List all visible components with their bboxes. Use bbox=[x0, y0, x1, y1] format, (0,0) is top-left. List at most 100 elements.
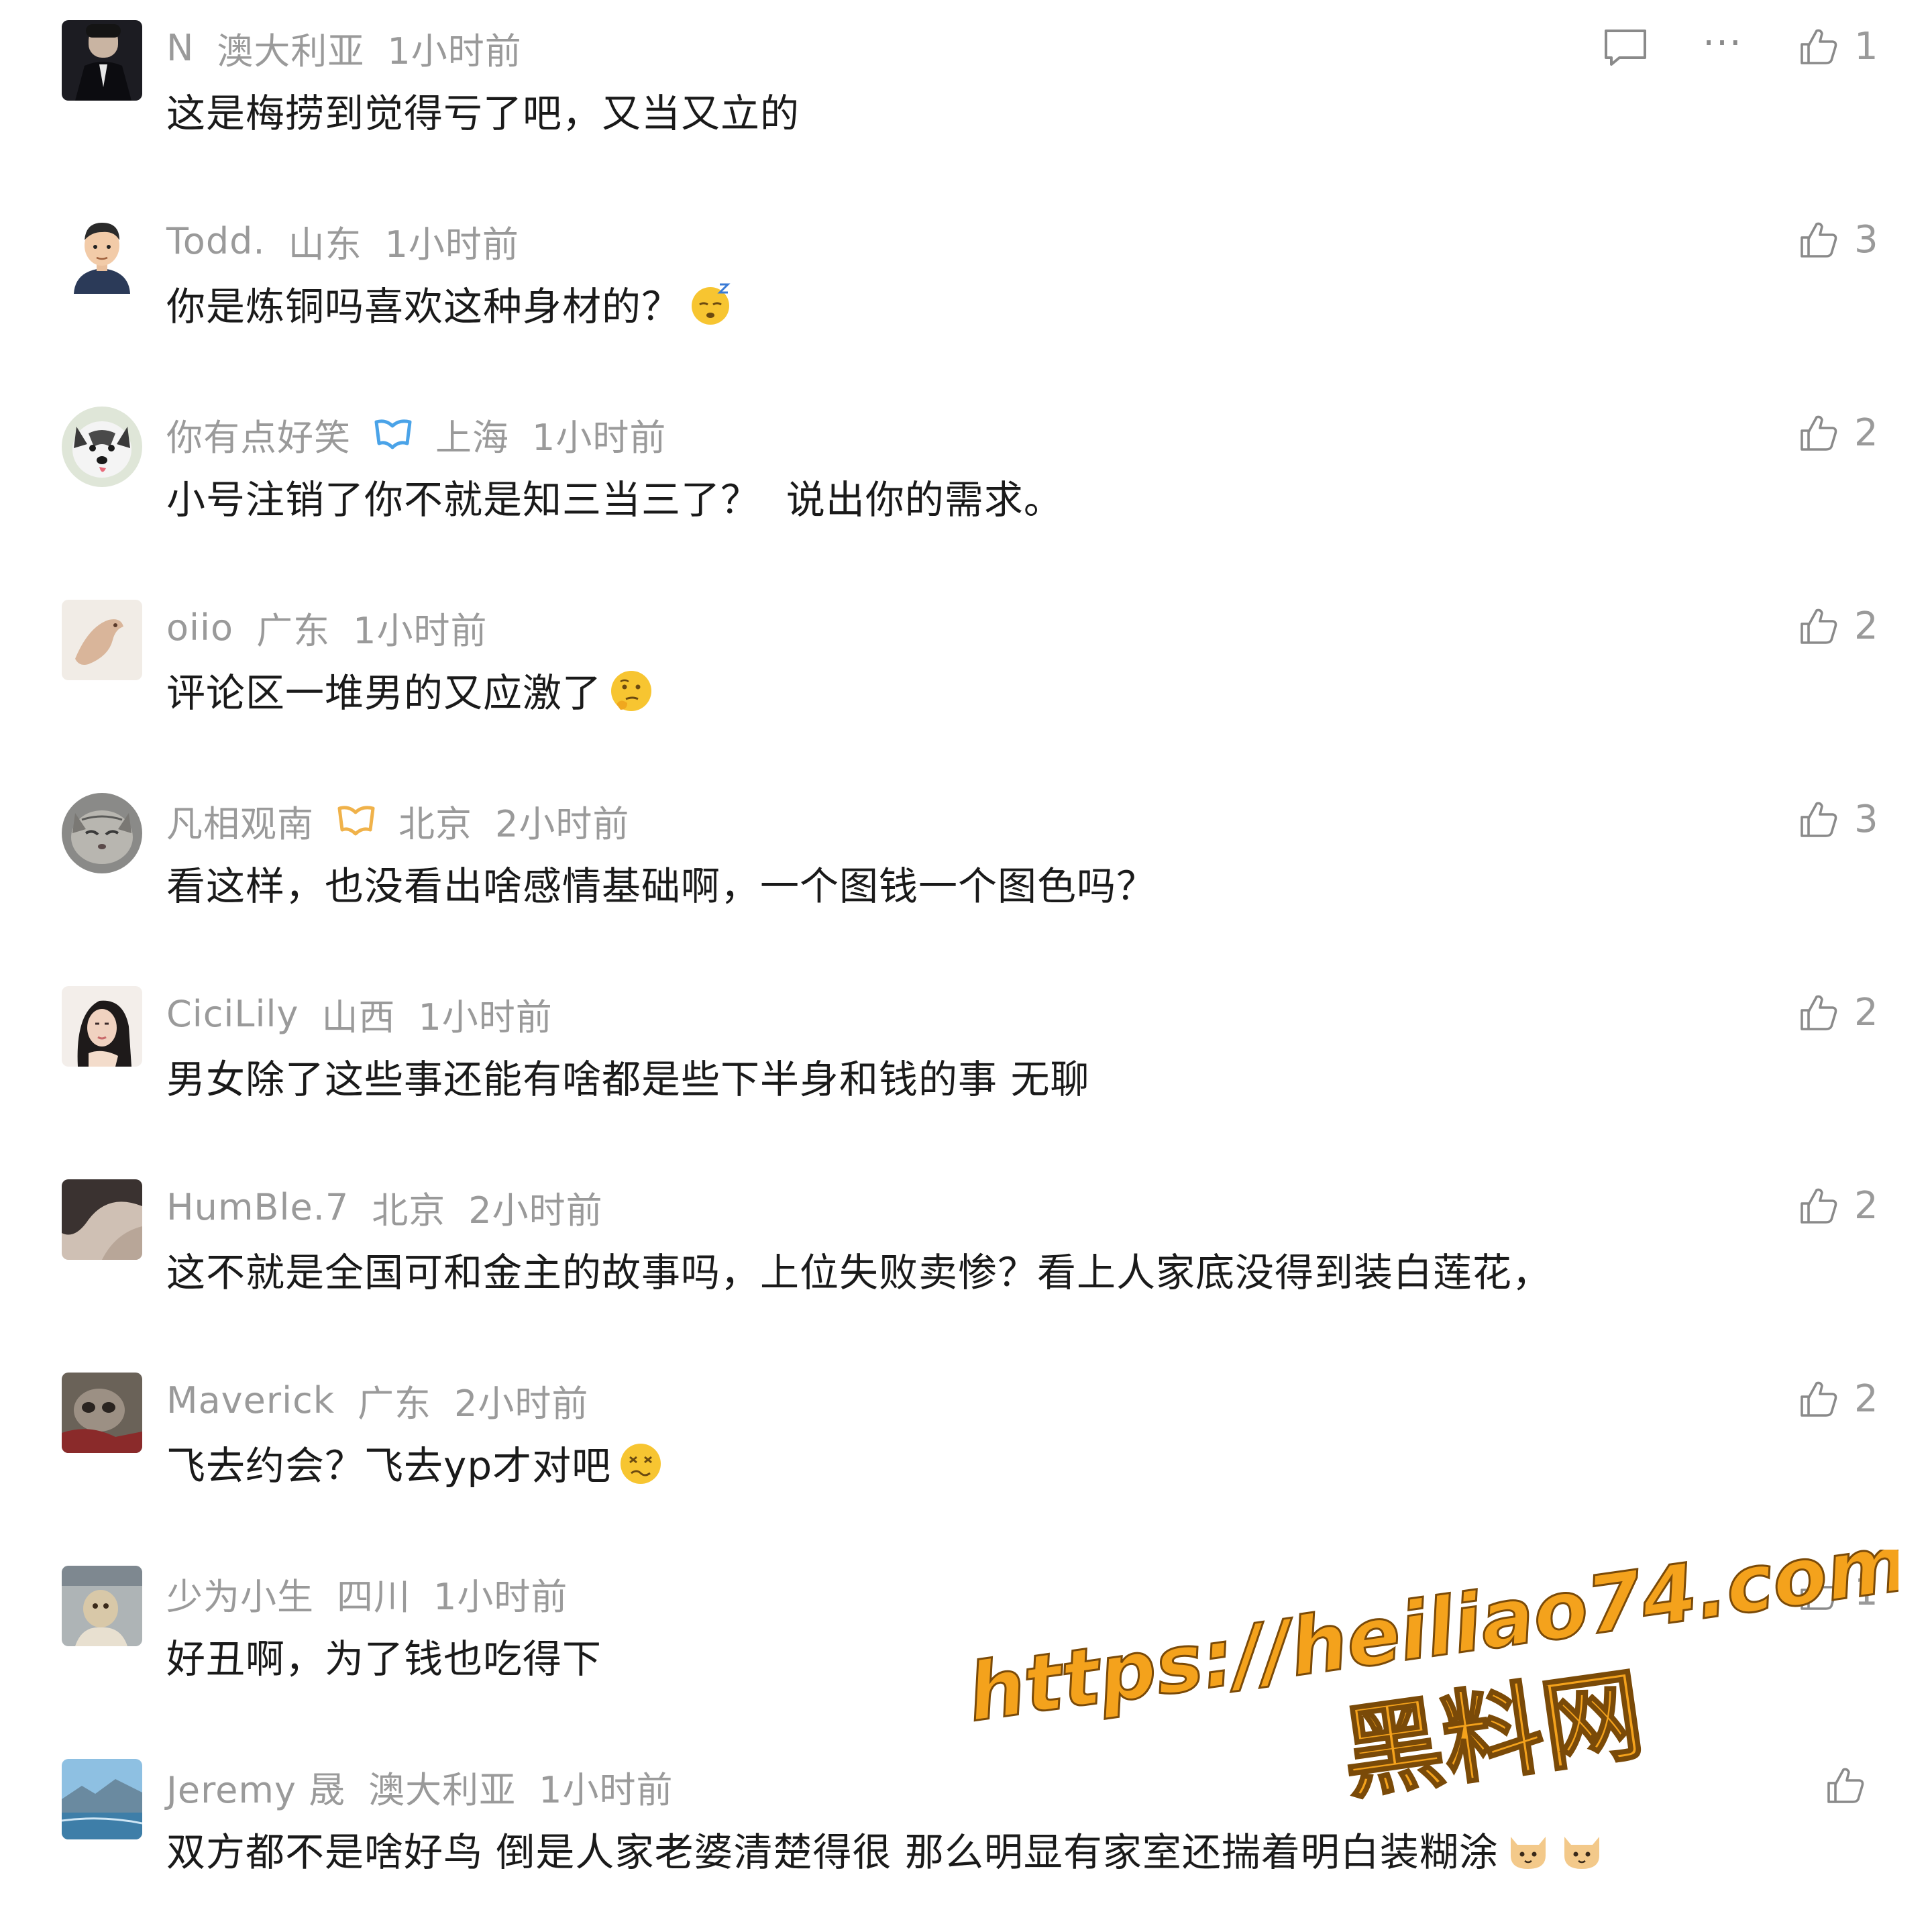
avatar[interactable] bbox=[62, 1759, 142, 1839]
cat-face-emoji bbox=[1504, 1825, 1552, 1873]
like-count: 2 bbox=[1854, 411, 1878, 455]
username[interactable]: HumBle.7 bbox=[166, 1186, 349, 1228]
thumbs-up-icon bbox=[1798, 991, 1839, 1033]
like-button[interactable]: 2 bbox=[1798, 1182, 1878, 1229]
username[interactable]: 少为小生 bbox=[166, 1567, 314, 1620]
comment-item: CiciLily 山西 1小时前 男女除了这些事还能有啥都是些下半身和钱的事 无… bbox=[0, 966, 1932, 1159]
like-count: 3 bbox=[1854, 797, 1878, 841]
timestamp: 2小时前 bbox=[495, 802, 630, 845]
sleepy-face-emoji bbox=[686, 279, 735, 327]
comment-text: 你是炼铜吗喜欢这种身材的？ bbox=[166, 278, 735, 329]
comment-meta: Jeremy 晟 澳大利亚 1小时前 bbox=[166, 1760, 674, 1813]
comment-body: 评论区一堆男的又应激了 bbox=[166, 670, 602, 716]
like-count: 2 bbox=[1854, 604, 1878, 648]
username[interactable]: N bbox=[166, 27, 194, 69]
comment-meta: N 澳大利亚 1小时前 bbox=[166, 24, 522, 72]
comment-meta: oiio 广东 1小时前 bbox=[166, 604, 488, 652]
comment-item: oiio 广东 1小时前 评论区一堆男的又应激了 2 bbox=[0, 580, 1932, 773]
user-location: 四川 bbox=[337, 1575, 411, 1618]
username[interactable]: Jeremy 晟 bbox=[166, 1760, 345, 1813]
like-button[interactable]: 2 bbox=[1798, 1375, 1878, 1422]
like-button[interactable]: 3 bbox=[1798, 216, 1878, 263]
like-count: 2 bbox=[1854, 1183, 1878, 1228]
avatar[interactable] bbox=[62, 1566, 142, 1646]
timestamp: 1小时前 bbox=[418, 996, 553, 1038]
comment-item: N 澳大利亚 1小时前 这是梅捞到觉得亏了吧，又当又立的 ··· 1 bbox=[0, 0, 1932, 193]
avatar[interactable] bbox=[62, 793, 142, 873]
comment-text: 看这样，也没看出啥感情基础啊，一个图钱一个图色吗？ bbox=[166, 857, 1157, 909]
timestamp: 1小时前 bbox=[539, 1768, 674, 1811]
avatar[interactable] bbox=[62, 600, 142, 680]
username[interactable]: CiciLily bbox=[166, 993, 299, 1035]
like-button[interactable]: 2 bbox=[1798, 602, 1878, 649]
thumbs-up-icon bbox=[1798, 1185, 1839, 1226]
comment-text: 小号注销了你不就是知三当三了？ 说出你的需求。 bbox=[166, 471, 1063, 523]
comment-item: 凡相观南 北京 2小时前 看这样，也没看出啥感情基础啊，一个图钱一个图色吗？ 3 bbox=[0, 773, 1932, 966]
comment-meta: Todd. 山东 1小时前 bbox=[166, 217, 519, 266]
avatar[interactable] bbox=[62, 407, 142, 487]
comment-body: 男女除了这些事还能有啥都是些下半身和钱的事 无聊 bbox=[166, 1057, 1090, 1102]
thumbs-up-icon bbox=[1798, 605, 1839, 647]
like-button[interactable]: 2 bbox=[1798, 989, 1878, 1036]
username[interactable]: 凡相观南 bbox=[166, 794, 314, 847]
comment-meta: Maverick 广东 2小时前 bbox=[166, 1377, 588, 1425]
comment-text: 男女除了这些事还能有啥都是些下半身和钱的事 无聊 bbox=[166, 1051, 1089, 1102]
comment-meta: 少为小生 四川 1小时前 bbox=[166, 1567, 568, 1620]
vip-badge-icon bbox=[337, 803, 376, 838]
watermark: https://heiliao74.com 黑料网 bbox=[959, 1550, 1898, 1831]
user-location: 广东 bbox=[358, 1382, 432, 1425]
user-location: 北京 bbox=[398, 802, 472, 845]
comment-bubble-icon[interactable] bbox=[1602, 27, 1649, 68]
comment-body: 你是炼铜吗喜欢这种身材的？ bbox=[166, 284, 682, 329]
comment-text: 好丑啊，为了钱也吃得下 bbox=[166, 1630, 602, 1682]
comment-body: 飞去约会？飞去yp才对吧 bbox=[166, 1443, 612, 1489]
timestamp: 1小时前 bbox=[353, 609, 488, 652]
thinking-face-emoji bbox=[607, 665, 655, 714]
user-location: 澳大利亚 bbox=[368, 1768, 517, 1811]
like-button[interactable]: 3 bbox=[1798, 796, 1878, 843]
username[interactable]: Maverick bbox=[166, 1379, 335, 1421]
like-count: 1 bbox=[1854, 24, 1878, 68]
thumbs-up-icon bbox=[1798, 1378, 1839, 1419]
thumbs-up-icon bbox=[1798, 25, 1839, 67]
timestamp: 2小时前 bbox=[468, 1189, 603, 1232]
like-count: 3 bbox=[1854, 217, 1878, 262]
user-location: 山东 bbox=[288, 223, 362, 266]
like-button[interactable]: 2 bbox=[1798, 409, 1878, 456]
like-count: 2 bbox=[1854, 1377, 1878, 1421]
comment-meta: 凡相观南 北京 2小时前 bbox=[166, 794, 630, 847]
thumbs-up-icon bbox=[1798, 412, 1839, 453]
comment-body: 看这样，也没看出啥感情基础啊，一个图钱一个图色吗？ bbox=[166, 863, 1157, 909]
avatar[interactable] bbox=[62, 213, 142, 294]
username[interactable]: 你有点好笑 bbox=[166, 408, 351, 461]
comment-text: 飞去约会？飞去yp才对吧 bbox=[166, 1437, 665, 1489]
comment-text: 评论区一堆男的又应激了 bbox=[166, 664, 655, 716]
cat-face-emoji bbox=[1558, 1825, 1606, 1873]
user-location: 澳大利亚 bbox=[217, 30, 365, 72]
more-dots-icon[interactable]: ··· bbox=[1699, 25, 1747, 68]
username[interactable]: Todd. bbox=[166, 220, 266, 262]
comment-item: 你有点好笑 上海 1小时前 小号注销了你不就是知三当三了？ 说出你的需求。 2 bbox=[0, 386, 1932, 580]
comment-item: Todd. 山东 1小时前 你是炼铜吗喜欢这种身材的？ 3 bbox=[0, 193, 1932, 386]
avatar[interactable] bbox=[62, 20, 142, 101]
comment-meta: CiciLily 山西 1小时前 bbox=[166, 990, 553, 1038]
user-location: 广东 bbox=[256, 609, 331, 652]
avatar[interactable] bbox=[62, 986, 142, 1067]
comment-text: 这不就是全国可和金主的故事吗，上位失败卖惨？看上人家底没得到装白莲花， bbox=[166, 1244, 1552, 1295]
comment-text: 这是梅捞到觉得亏了吧，又当又立的 bbox=[166, 85, 800, 136]
comment-body: 小号注销了你不就是知三当三了？ 说出你的需求。 bbox=[166, 477, 1063, 523]
username[interactable]: oiio bbox=[166, 606, 233, 649]
avatar[interactable] bbox=[62, 1373, 142, 1453]
comment-body: 这不就是全国可和金主的故事吗，上位失败卖惨？看上人家底没得到装白莲花， bbox=[166, 1250, 1552, 1295]
comment-item: Maverick 广东 2小时前 飞去约会？飞去yp才对吧 2 bbox=[0, 1352, 1932, 1546]
timestamp: 1小时前 bbox=[387, 30, 522, 72]
timestamp: 1小时前 bbox=[532, 416, 667, 459]
like-button[interactable]: 1 bbox=[1798, 23, 1878, 70]
comment-meta: HumBle.7 北京 2小时前 bbox=[166, 1183, 603, 1232]
user-location: 上海 bbox=[435, 416, 509, 459]
comment-meta: 你有点好笑 上海 1小时前 bbox=[166, 408, 667, 461]
timestamp: 1小时前 bbox=[384, 223, 519, 266]
avatar[interactable] bbox=[62, 1179, 142, 1260]
user-location: 北京 bbox=[372, 1189, 446, 1232]
comment-body: 好丑啊，为了钱也吃得下 bbox=[166, 1636, 602, 1682]
